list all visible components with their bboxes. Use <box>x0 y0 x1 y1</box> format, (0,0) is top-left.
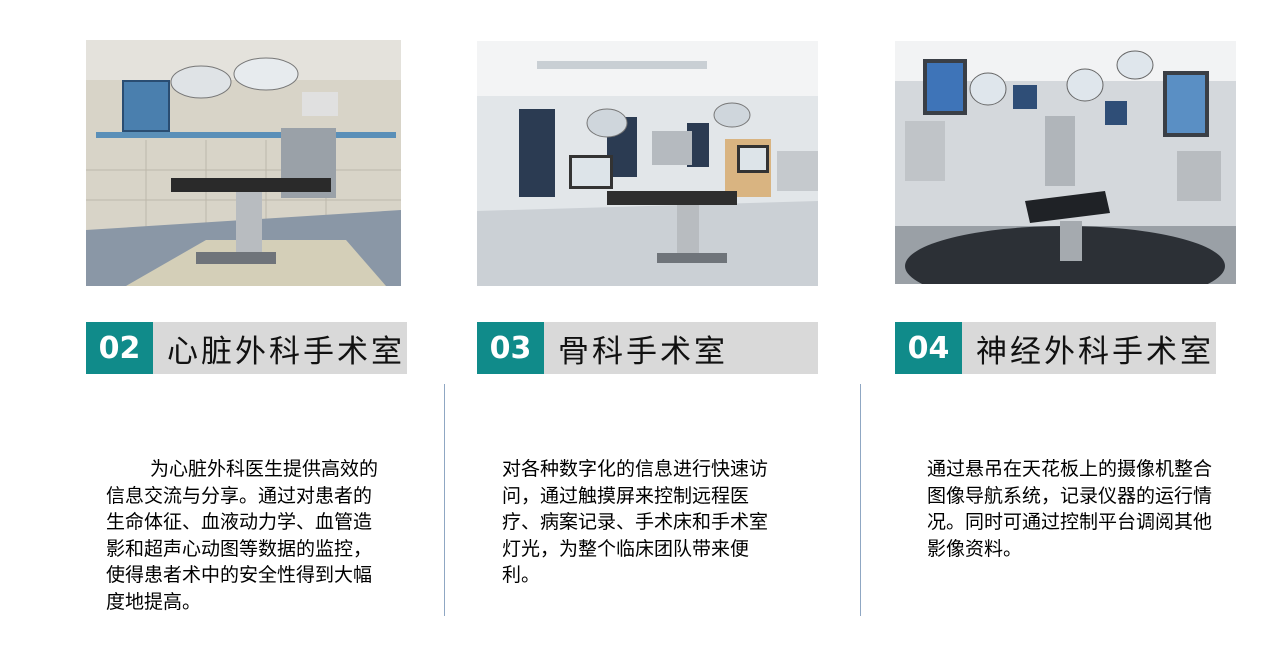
orthopedic-operating-room-photo <box>477 41 818 286</box>
card-title: 心脏外科手术室 <box>167 333 405 370</box>
card-title: 骨科手术室 <box>558 333 728 370</box>
card-description-neurosurgery: 通过悬吊在天花板上的摄像机整合图像导航系统，记录仪器的运行情况。同时可通过控制平… <box>927 458 1213 560</box>
column-divider <box>860 384 861 616</box>
card-title: 神经外科手术室 <box>976 333 1214 370</box>
card-title-bar-cardiac: 02 心脏外科手术室 <box>86 322 407 374</box>
card-title-bar-neurosurgery: 04 神经外科手术室 <box>895 322 1216 374</box>
card-number-badge: 02 <box>86 322 153 374</box>
card-title-bar-orthopedic: 03 骨科手术室 <box>477 322 818 374</box>
card-number-badge: 03 <box>477 322 544 374</box>
cardiac-operating-room-photo <box>86 40 401 286</box>
card-description-orthopedic: 对各种数字化的信息进行快速访问，通过触摸屏来控制远程医疗、病案记录、手术床和手术… <box>502 458 769 586</box>
neurosurgery-operating-room-photo <box>895 41 1236 284</box>
card-number-badge: 04 <box>895 322 962 374</box>
column-divider <box>444 384 445 616</box>
card-description-cardiac: 为心脏外科医生提供高效的信息交流与分享。通过对患者的生命体征、血液动力学、血管造… <box>106 458 379 613</box>
